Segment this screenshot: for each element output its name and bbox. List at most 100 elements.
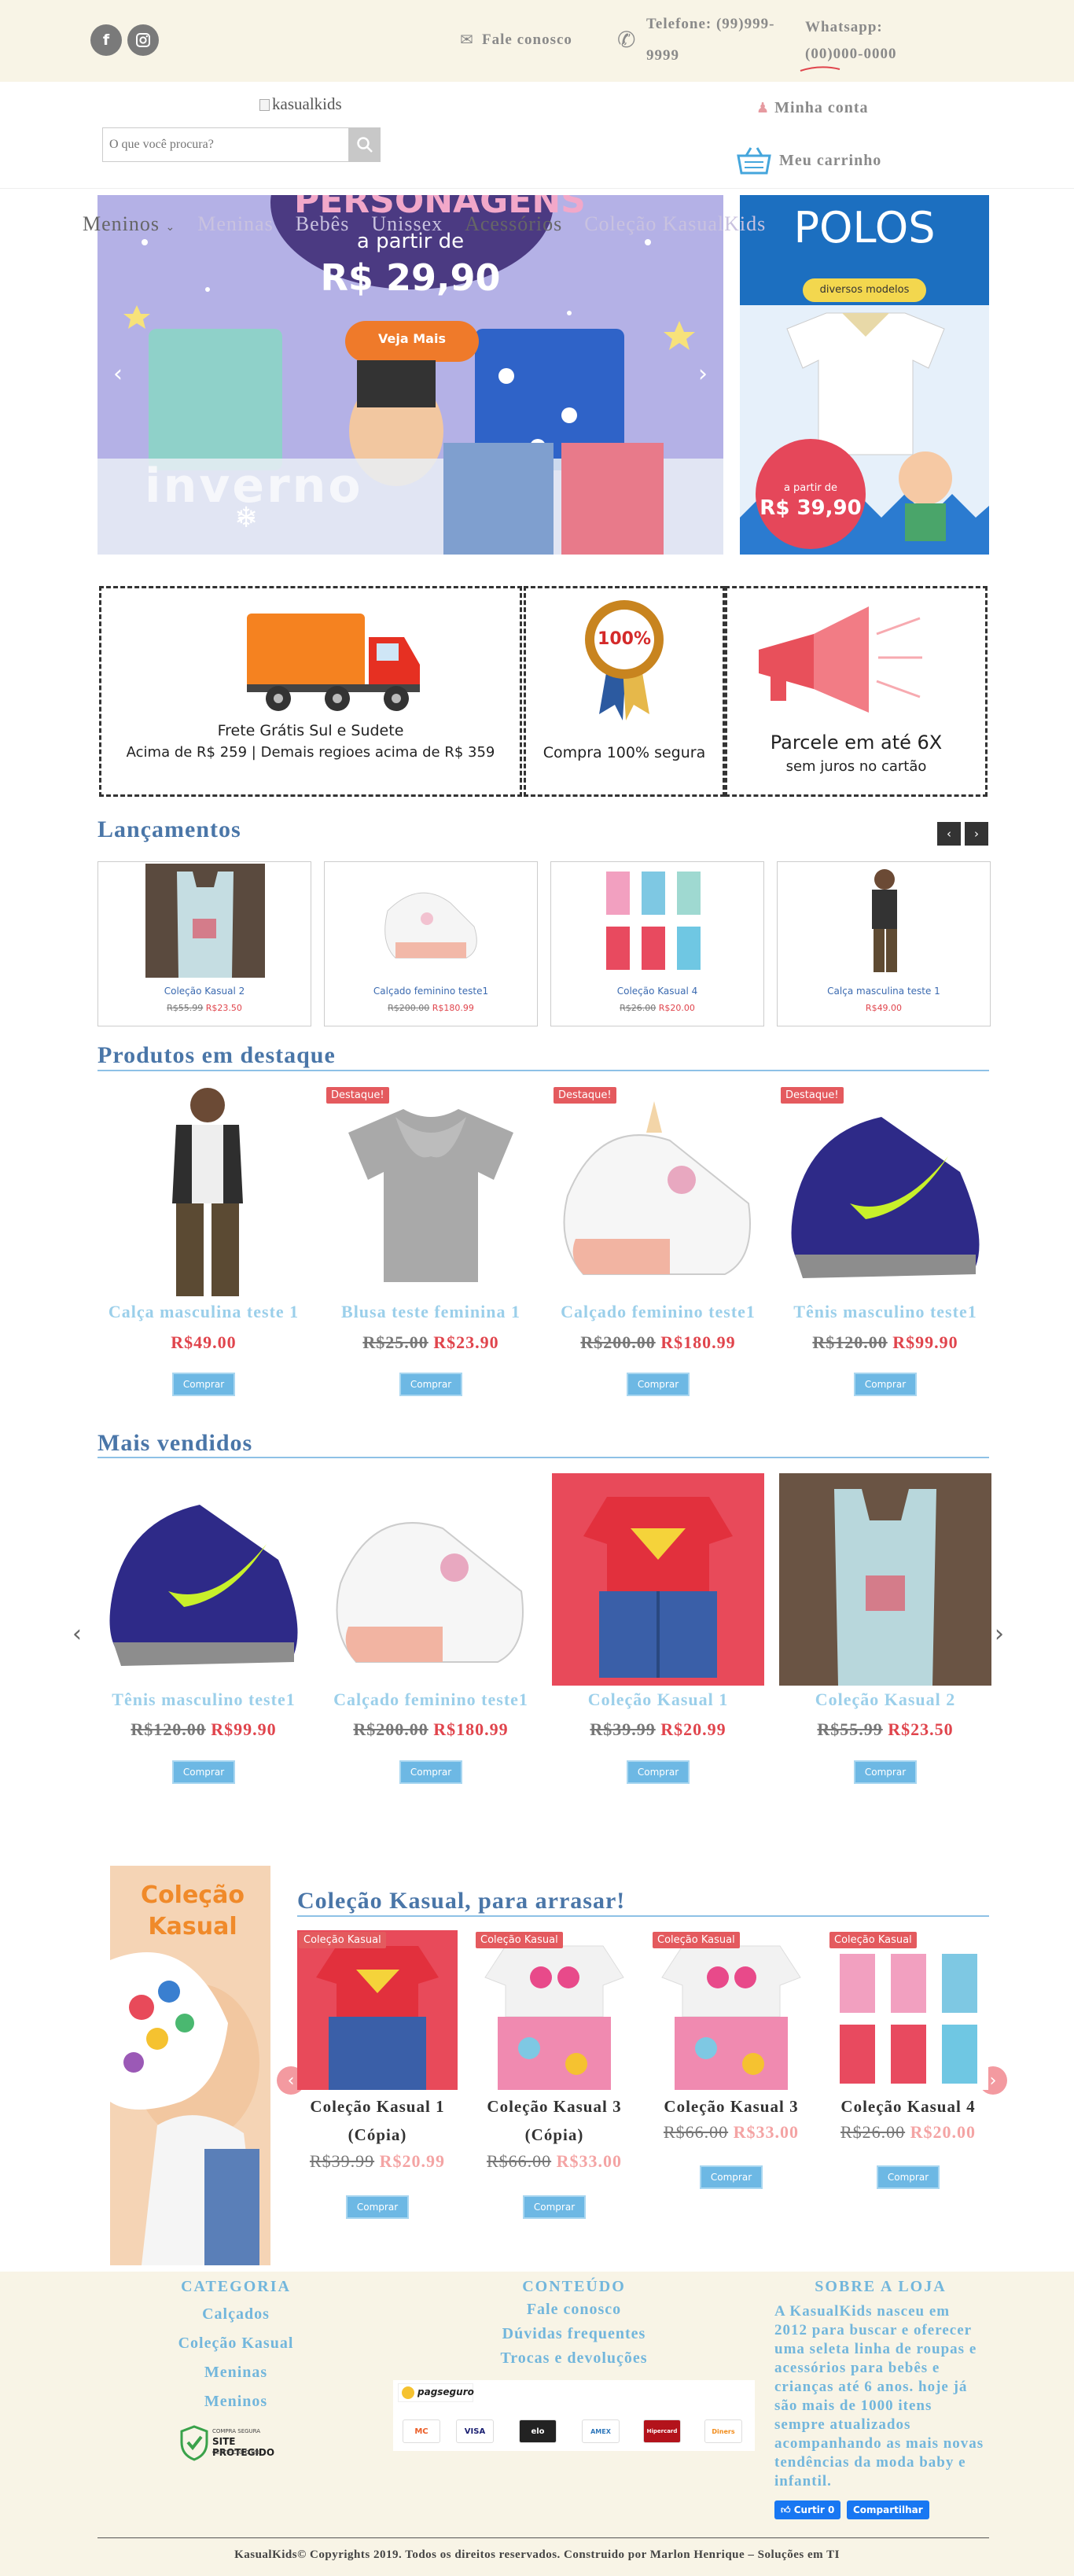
search-button[interactable] bbox=[349, 127, 381, 162]
product-image[interactable] bbox=[552, 1473, 764, 1686]
side-from-label: a partir de bbox=[783, 482, 838, 494]
product-image[interactable] bbox=[325, 1473, 537, 1686]
instagram-icon[interactable] bbox=[127, 24, 159, 56]
collection-badge: Coleção Kasual bbox=[299, 1932, 386, 1948]
hero-cta-button[interactable]: Veja Mais bbox=[345, 331, 479, 346]
product-name[interactable]: Tênis masculino teste1 bbox=[779, 1302, 991, 1322]
product-image[interactable] bbox=[372, 864, 491, 978]
product-name[interactable]: Coleção Kasual 1 bbox=[552, 1690, 764, 1710]
buy-button[interactable]: Comprar bbox=[399, 1760, 462, 1784]
product-image[interactable] bbox=[145, 864, 265, 978]
product-image[interactable]: Destaque! bbox=[325, 1085, 537, 1298]
nav-item-meninos[interactable]: Meninos ⌄ bbox=[83, 212, 175, 236]
facebook-icon[interactable]: f bbox=[90, 24, 122, 56]
buy-button[interactable]: Comprar bbox=[627, 1373, 690, 1396]
buy-button[interactable]: Comprar bbox=[854, 1373, 917, 1396]
shipping-line1: Frete Grátis Sul e Sudete bbox=[217, 722, 404, 739]
product-name[interactable]: Coleção Kasual 1 (Cópia) bbox=[291, 2092, 464, 2149]
product-name[interactable]: Coleção Kasual 4 bbox=[822, 2092, 995, 2121]
buy-button[interactable]: Comprar bbox=[854, 1760, 917, 1784]
nav-item-acessorios[interactable]: Acessórios bbox=[465, 212, 562, 236]
collection-badge: Coleção Kasual bbox=[476, 1932, 563, 1948]
section-title-destaque: Produtos em destaque bbox=[97, 1042, 336, 1068]
nav-item-meninas[interactable]: Meninas bbox=[197, 212, 274, 236]
product-image[interactable] bbox=[779, 1473, 991, 1686]
cart-link[interactable]: Meu carrinho bbox=[735, 145, 881, 176]
product-name[interactable]: Coleção Kasual 2 bbox=[98, 986, 311, 997]
footer-conteudo-title: CONTEÚDO bbox=[522, 2278, 626, 2295]
product-name[interactable]: Calça masculina teste 1 bbox=[778, 986, 990, 997]
product-price: R$49.00 bbox=[171, 1332, 237, 1352]
launch-card[interactable]: Calça masculina teste 1 R$49.00 bbox=[777, 861, 991, 1026]
whatsapp-label: Whatsapp: bbox=[805, 19, 883, 35]
product-image[interactable]: Coleção Kasual bbox=[474, 1930, 634, 2090]
mais-vendidos-prev-arrow[interactable]: ‹ bbox=[72, 1620, 82, 1648]
product-image[interactable]: Destaque! bbox=[779, 1085, 991, 1298]
buy-button[interactable]: Comprar bbox=[346, 2195, 409, 2219]
buy-button[interactable]: Comprar bbox=[523, 2195, 586, 2219]
lancamentos-next-button[interactable]: › bbox=[965, 822, 988, 846]
collection-promo-banner[interactable]: Coleção Kasual bbox=[110, 1866, 270, 2265]
product-price: R$120.00 R$99.90 bbox=[812, 1332, 958, 1352]
site-logo[interactable]: kasualkids bbox=[259, 94, 342, 114]
product-image[interactable]: Coleção Kasual bbox=[651, 1930, 811, 2090]
product-name[interactable]: Calçado feminino teste1 bbox=[552, 1302, 764, 1322]
footer-link-meninos[interactable]: Meninos bbox=[102, 2393, 370, 2411]
buy-button[interactable]: Comprar bbox=[172, 1373, 235, 1396]
nav-item-bebes[interactable]: Bebês bbox=[296, 212, 350, 236]
buy-button[interactable]: Comprar bbox=[172, 1760, 235, 1784]
nav-item-unissex[interactable]: Unissex bbox=[371, 212, 443, 236]
buy-button[interactable]: Comprar bbox=[627, 1760, 690, 1784]
product-name[interactable]: Tênis masculino teste1 bbox=[97, 1690, 310, 1710]
whatsapp-number[interactable]: (00)000-0000 bbox=[805, 46, 896, 63]
collection-badge: Coleção Kasual bbox=[653, 1932, 740, 1948]
facebook-like-button[interactable]: 👍︎ Curtir 0 bbox=[774, 2500, 841, 2519]
buy-button[interactable]: Comprar bbox=[700, 2165, 763, 2189]
product-image[interactable]: Coleção Kasual bbox=[828, 1930, 988, 2090]
product-name[interactable]: Calçado feminino teste1 bbox=[325, 1690, 537, 1710]
product-image[interactable] bbox=[598, 864, 718, 978]
snowflake-icon: ❄ bbox=[234, 502, 259, 534]
nav-item-colecao[interactable]: Coleção KasualKids bbox=[584, 212, 766, 236]
launch-card[interactable]: Coleção Kasual 2 R$55.99 R$23.50 bbox=[97, 861, 311, 1026]
hero-banner-main[interactable]: PERSONAGENS a partir de R$ 29,90 Veja Ma… bbox=[97, 195, 723, 555]
product-name[interactable]: Calçado feminino teste1 bbox=[325, 986, 537, 997]
seal-percent: 100% bbox=[598, 629, 651, 649]
footer-link-fale-conosco[interactable]: Fale conosco bbox=[440, 2301, 708, 2319]
facebook-share-button[interactable]: Compartilhar bbox=[847, 2500, 929, 2519]
footer-link-meninas[interactable]: Meninas bbox=[102, 2364, 370, 2382]
product-image[interactable] bbox=[97, 1473, 310, 1686]
product-image[interactable]: Coleção Kasual bbox=[297, 1930, 458, 2090]
section-divider bbox=[97, 1070, 989, 1071]
diners-icon: Diners bbox=[704, 2419, 742, 2443]
buy-button[interactable]: Comprar bbox=[877, 2165, 940, 2189]
footer-link-duvidas[interactable]: Dúvidas frequentes bbox=[440, 2325, 708, 2343]
product-name[interactable]: Coleção Kasual 2 bbox=[779, 1690, 991, 1710]
product-name[interactable]: Coleção Kasual 3 bbox=[645, 2092, 818, 2121]
search-input[interactable] bbox=[102, 127, 349, 162]
section-title-colecao: Coleção Kasual, para arrasar! bbox=[297, 1888, 626, 1914]
truck-icon bbox=[247, 614, 420, 711]
product-name[interactable]: Blusa teste feminina 1 bbox=[325, 1302, 537, 1322]
product-name[interactable]: Coleção Kasual 4 bbox=[551, 986, 763, 997]
copyright-text: KasualKids© Copyrights 2019. Todos os di… bbox=[234, 2548, 840, 2561]
launch-card[interactable]: Calçado feminino teste1 R$200.00 R$180.9… bbox=[324, 861, 538, 1026]
product-name[interactable]: Coleção Kasual 3 (Cópia) bbox=[468, 2092, 641, 2149]
mais-vendidos-next-arrow[interactable]: › bbox=[995, 1620, 1004, 1648]
footer-link-trocas[interactable]: Trocas e devoluções bbox=[440, 2349, 708, 2368]
product-name[interactable]: Calça masculina teste 1 bbox=[97, 1302, 310, 1322]
product-image[interactable]: Destaque! bbox=[552, 1085, 764, 1298]
product-image[interactable] bbox=[825, 864, 944, 978]
buy-button[interactable]: Comprar bbox=[399, 1373, 462, 1396]
lancamentos-prev-button[interactable]: ‹ bbox=[937, 822, 961, 846]
launch-card[interactable]: Coleção Kasual 4 R$26.00 R$20.00 bbox=[550, 861, 764, 1026]
hero-banner-side[interactable]: POLOS diversos modelos a partir de R$ 39… bbox=[740, 195, 989, 555]
hero-next-arrow[interactable]: › bbox=[698, 360, 708, 388]
hero-prev-arrow[interactable]: ‹ bbox=[113, 360, 123, 388]
account-link[interactable]: ♟ Minha conta bbox=[756, 99, 868, 117]
footer-link-calcados[interactable]: Calçados bbox=[102, 2305, 370, 2324]
footer-link-colecao[interactable]: Coleção Kasual bbox=[102, 2335, 370, 2353]
contact-link[interactable]: Fale conosco bbox=[482, 31, 572, 49]
product-image[interactable] bbox=[97, 1085, 310, 1298]
collection-badge: Coleção Kasual bbox=[829, 1932, 917, 1948]
